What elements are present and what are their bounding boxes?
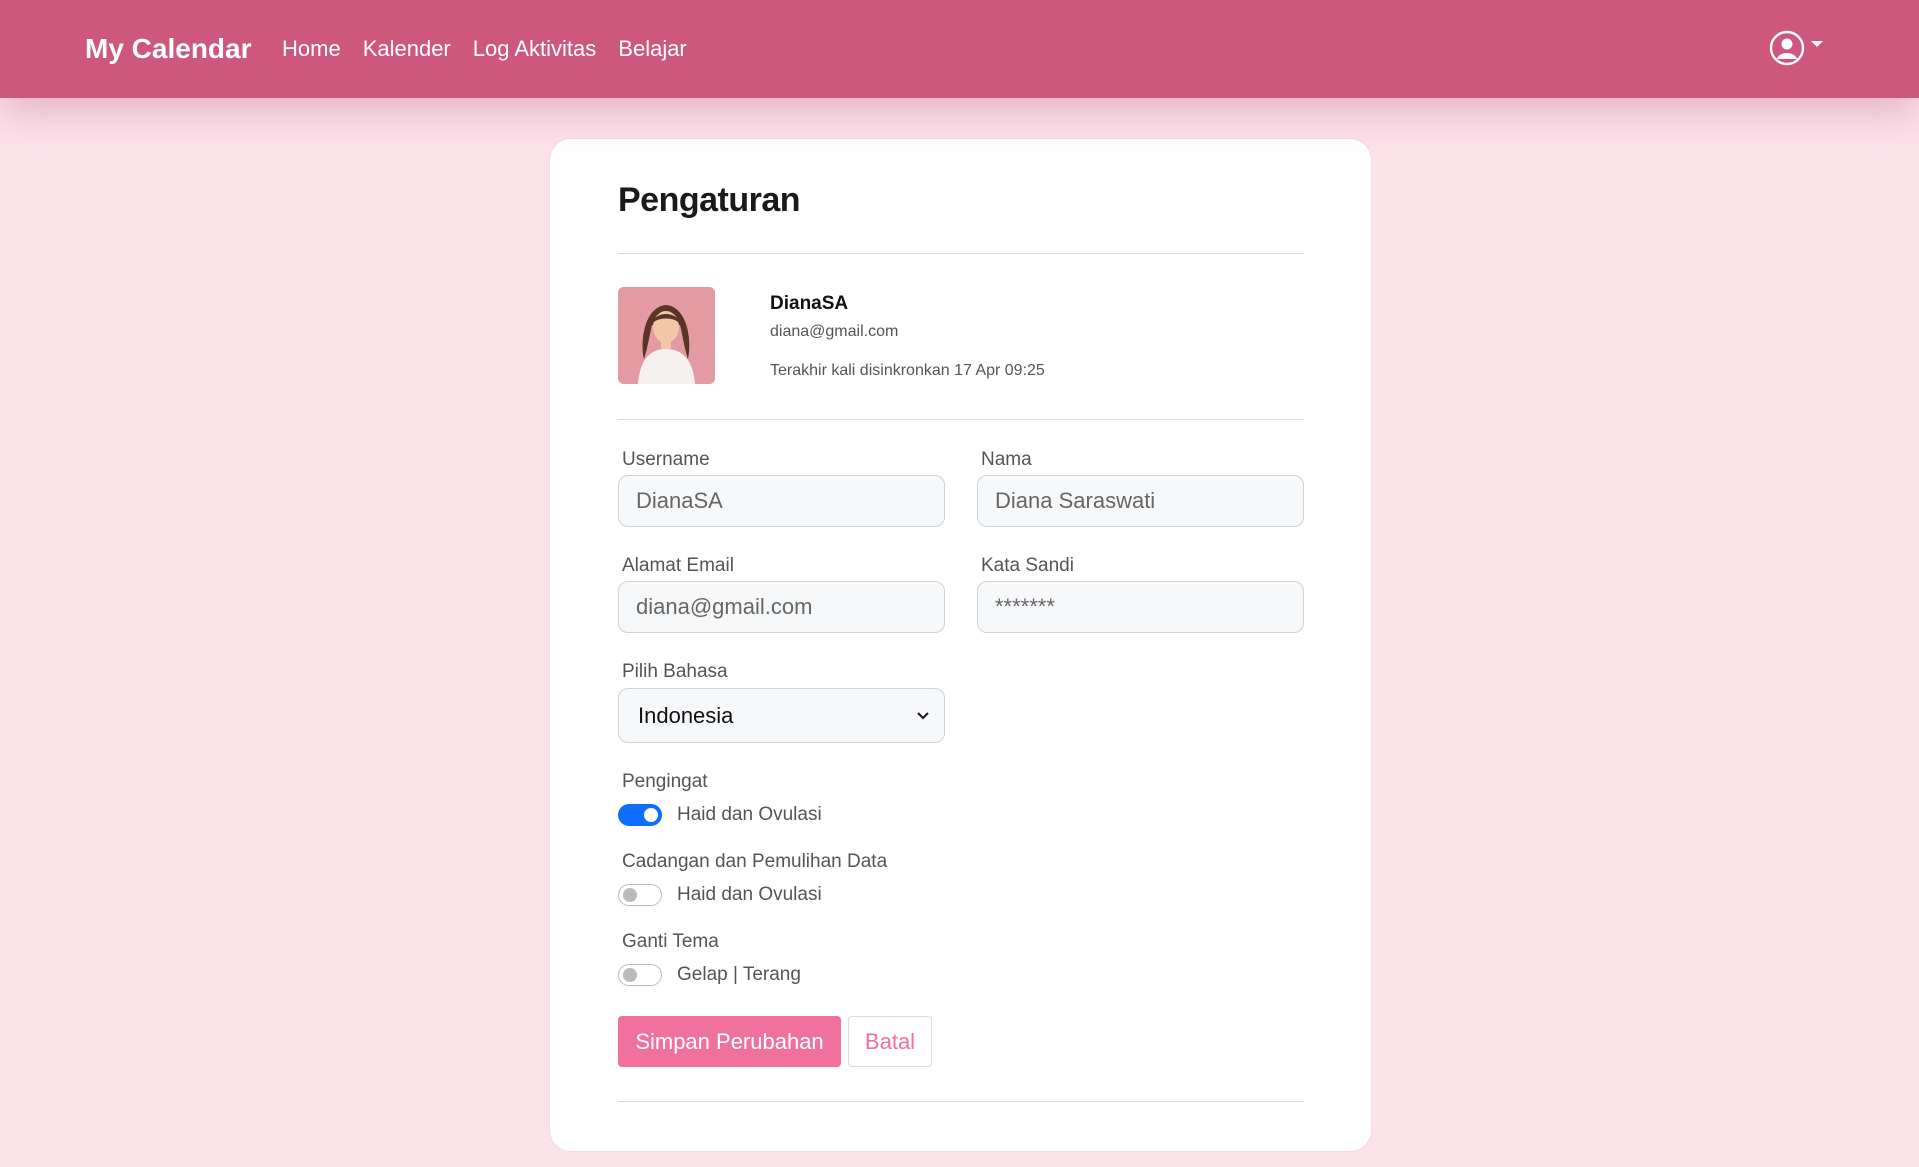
nama-input[interactable] bbox=[977, 475, 1304, 527]
toggle-knob bbox=[623, 968, 637, 982]
divider bbox=[618, 253, 1304, 254]
last-sync-text: Terakhir kali disinkronkan 17 Apr 09:25 bbox=[770, 362, 1045, 379]
avatar bbox=[618, 287, 715, 384]
backup-option-label: Haid dan Ovulasi bbox=[677, 884, 822, 905]
reminder-option-label: Haid dan Ovulasi bbox=[677, 804, 822, 825]
nav-links: Home Kalender Log Aktivitas Belajar bbox=[282, 36, 687, 62]
theme-label: Ganti Tema bbox=[622, 931, 719, 952]
backup-toggle[interactable] bbox=[618, 884, 662, 906]
nav-link-home[interactable]: Home bbox=[282, 36, 341, 62]
language-label: Pilih Bahasa bbox=[622, 661, 728, 682]
toggle-knob bbox=[644, 808, 658, 822]
avatar-photo bbox=[618, 287, 715, 384]
profile-name: DianaSA bbox=[770, 293, 849, 314]
toggle-knob bbox=[623, 888, 637, 902]
nav-link-log-aktivitas[interactable]: Log Aktivitas bbox=[473, 36, 597, 62]
profile-email: diana@gmail.com bbox=[770, 323, 899, 340]
user-menu-dropdown[interactable] bbox=[1769, 30, 1823, 66]
cancel-button[interactable]: Batal bbox=[848, 1016, 932, 1067]
nav-link-belajar[interactable]: Belajar bbox=[618, 36, 686, 62]
email-label: Alamat Email bbox=[622, 555, 734, 576]
chevron-down-icon bbox=[1811, 41, 1823, 47]
reminder-label: Pengingat bbox=[622, 771, 708, 792]
save-button[interactable]: Simpan Perubahan bbox=[618, 1016, 841, 1067]
language-select[interactable]: Indonesia bbox=[618, 688, 945, 743]
theme-option-label: Gelap | Terang bbox=[677, 964, 801, 985]
nama-label: Nama bbox=[981, 449, 1032, 470]
brand-logo[interactable]: My Calendar bbox=[85, 33, 252, 65]
username-label: Username bbox=[622, 449, 710, 470]
settings-card: Pengaturan DianaSA diana@gmail.com Terak… bbox=[549, 138, 1372, 1152]
reminder-toggle[interactable] bbox=[618, 804, 662, 826]
page-title: Pengaturan bbox=[618, 181, 801, 219]
nav-link-kalender[interactable]: Kalender bbox=[363, 36, 451, 62]
divider bbox=[618, 419, 1304, 420]
chevron-down-icon bbox=[917, 711, 929, 720]
backup-label: Cadangan dan Pemulihan Data bbox=[622, 851, 888, 872]
theme-toggle[interactable] bbox=[618, 964, 662, 986]
username-input[interactable] bbox=[618, 475, 945, 527]
email-input[interactable] bbox=[618, 581, 945, 633]
language-select-value: Indonesia bbox=[638, 702, 734, 728]
password-input[interactable] bbox=[977, 581, 1304, 633]
user-circle-icon bbox=[1769, 30, 1805, 66]
top-navbar: My Calendar Home Kalender Log Aktivitas … bbox=[0, 0, 1919, 98]
divider bbox=[618, 1101, 1304, 1102]
password-label: Kata Sandi bbox=[981, 555, 1074, 576]
